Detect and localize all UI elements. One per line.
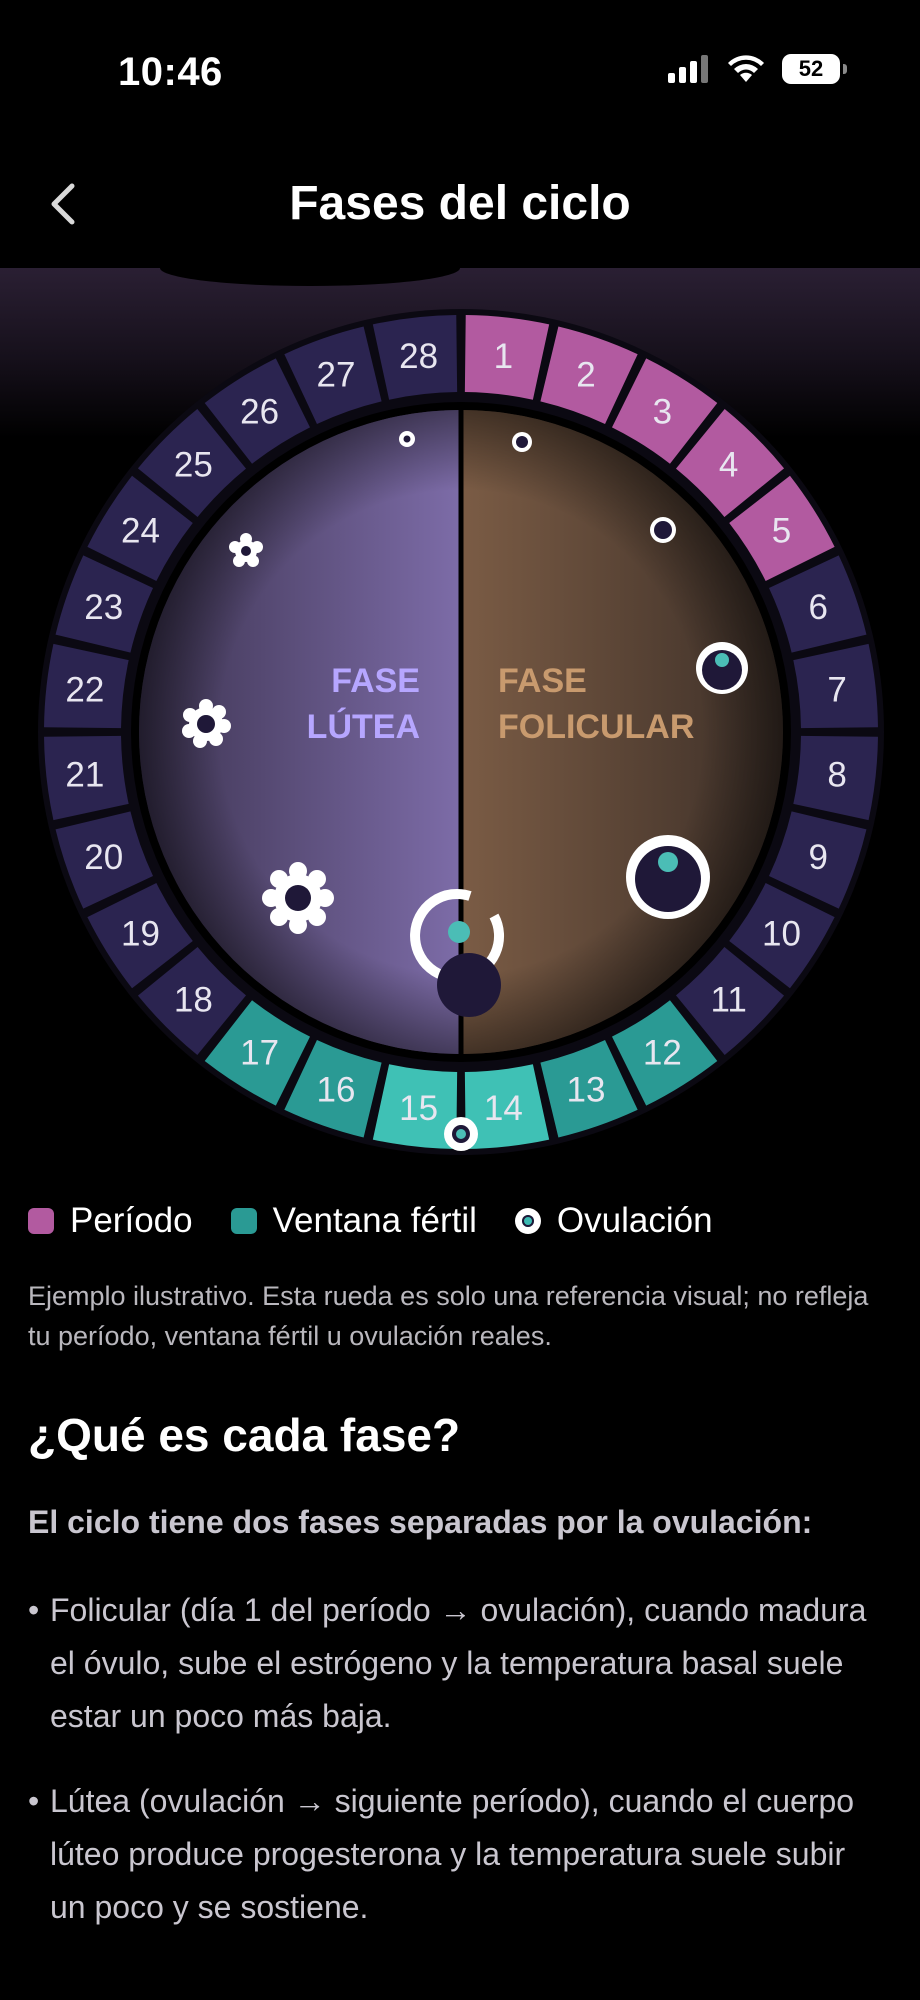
bullet-text-luteal: Lútea (ovulación → siguiente período), c… xyxy=(50,1783,855,1925)
section-intro: El ciclo tiene dos fases separadas por l… xyxy=(28,1504,813,1540)
follicular-phase-label-line1: FASE xyxy=(498,662,587,700)
legend-item-ovulation: Ovulación xyxy=(514,1201,713,1241)
day-label-20: 20 xyxy=(84,838,123,877)
bullet-text-follicular: Folicular (día 1 del período → ovulación… xyxy=(50,1592,867,1734)
wifi-icon xyxy=(728,55,764,82)
day-label-28: 28 xyxy=(399,337,438,376)
status-bar: 10:46 52 xyxy=(0,0,920,140)
legend-label-fertile: Ventana fértil xyxy=(272,1201,477,1240)
day-label-22: 22 xyxy=(65,671,104,710)
ovulation-marker xyxy=(444,1117,478,1151)
battery-level: 52 xyxy=(798,56,824,81)
status-time: 10:46 xyxy=(118,50,223,94)
legend-label-ovulation: Ovulación xyxy=(556,1201,713,1240)
day-label-12: 12 xyxy=(643,1033,682,1072)
legend: Período Ventana fértil Ovulación xyxy=(28,1196,751,1246)
day-label-25: 25 xyxy=(174,445,213,484)
day-label-3: 3 xyxy=(653,393,672,432)
day-label-4: 4 xyxy=(719,445,738,484)
day-label-26: 26 xyxy=(240,393,279,432)
fertile-swatch xyxy=(230,1208,257,1234)
day-label-27: 27 xyxy=(317,356,356,395)
day-label-16: 16 xyxy=(317,1070,356,1109)
battery-icon: 52 xyxy=(782,54,847,84)
day-label-5: 5 xyxy=(772,512,791,551)
ovulation-dot-icon xyxy=(514,1208,541,1234)
day-label-13: 13 xyxy=(567,1070,606,1109)
day-label-21: 21 xyxy=(65,755,104,794)
day-label-10: 10 xyxy=(762,914,801,953)
legend-item-period: Período xyxy=(28,1201,193,1241)
day-label-9: 9 xyxy=(809,838,828,877)
nav-bar: Fases del ciclo xyxy=(0,160,920,250)
day-label-19: 19 xyxy=(121,914,160,953)
luteal-phase-label-line2: LÚTEA xyxy=(307,708,420,746)
day-label-17: 17 xyxy=(240,1033,279,1072)
phase-description-list: • Folicular (día 1 del período → ovulaci… xyxy=(28,1584,888,1966)
day-label-15: 15 xyxy=(399,1089,438,1128)
list-item: • Folicular (día 1 del período → ovulaci… xyxy=(28,1584,888,1743)
status-icons: 52 xyxy=(668,54,847,84)
period-swatch xyxy=(28,1208,54,1234)
cycle-wheel-area: 1 2 3 4 5 6 7 8 9 10 11 12 13 14 15 16 17 18 19 20 21 22 23 24 2… xyxy=(0,268,920,1168)
signal-icon xyxy=(668,55,708,83)
day-label-24: 24 xyxy=(121,512,160,551)
bullet-icon: • xyxy=(28,1592,40,1628)
bullet-icon: • xyxy=(28,1783,40,1819)
day-label-18: 18 xyxy=(174,981,213,1020)
cycle-wheel: 1 234567891011121314151617181920212223242… xyxy=(38,309,884,1155)
section-title: ¿Qué es cada fase? xyxy=(28,1409,461,1461)
day-label-2: 2 xyxy=(576,356,595,395)
day-label-6: 6 xyxy=(809,588,828,627)
day-label-1: 1 xyxy=(494,337,513,376)
day-label-8: 8 xyxy=(827,755,846,794)
page-title: Fases del ciclo xyxy=(289,177,631,230)
luteal-phase-label-line1: FASE xyxy=(331,662,420,700)
disclaimer: Ejemplo ilustrativo. Esta rueda es solo … xyxy=(28,1281,869,1351)
day-label-7: 7 xyxy=(827,671,846,710)
day-label-14: 14 xyxy=(484,1089,523,1128)
legend-item-fertile: Ventana fértil xyxy=(230,1201,477,1241)
day-label-11: 11 xyxy=(710,981,746,1020)
list-item: • Lútea (ovulación → siguiente período),… xyxy=(28,1775,888,1934)
follicular-phase-label-line2: FOLICULAR xyxy=(498,708,694,746)
day-label-23: 23 xyxy=(84,588,123,627)
legend-label-period: Período xyxy=(70,1201,193,1240)
